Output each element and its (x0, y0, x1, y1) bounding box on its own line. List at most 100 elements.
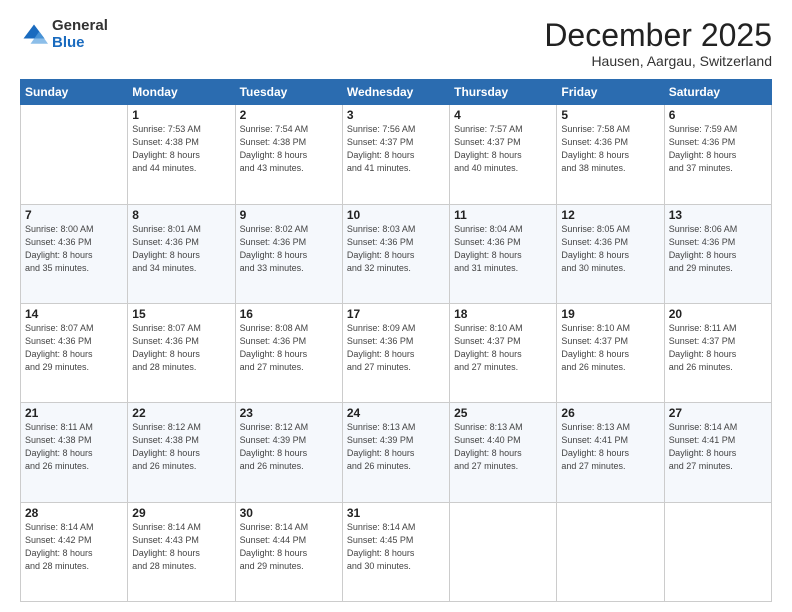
day-info: Sunrise: 8:03 AM Sunset: 4:36 PM Dayligh… (347, 223, 445, 275)
day-info: Sunrise: 8:12 AM Sunset: 4:39 PM Dayligh… (240, 421, 338, 473)
calendar-cell: 23Sunrise: 8:12 AM Sunset: 4:39 PM Dayli… (235, 403, 342, 502)
calendar-cell: 21Sunrise: 8:11 AM Sunset: 4:38 PM Dayli… (21, 403, 128, 502)
calendar-cell: 13Sunrise: 8:06 AM Sunset: 4:36 PM Dayli… (664, 204, 771, 303)
calendar-cell: 31Sunrise: 8:14 AM Sunset: 4:45 PM Dayli… (342, 502, 449, 601)
day-number: 16 (240, 307, 338, 321)
calendar-cell: 20Sunrise: 8:11 AM Sunset: 4:37 PM Dayli… (664, 303, 771, 402)
calendar-cell: 3Sunrise: 7:56 AM Sunset: 4:37 PM Daylig… (342, 105, 449, 204)
day-number: 25 (454, 406, 552, 420)
day-info: Sunrise: 8:04 AM Sunset: 4:36 PM Dayligh… (454, 223, 552, 275)
calendar-cell: 17Sunrise: 8:09 AM Sunset: 4:36 PM Dayli… (342, 303, 449, 402)
day-info: Sunrise: 8:14 AM Sunset: 4:44 PM Dayligh… (240, 521, 338, 573)
logo-blue: Blue (52, 35, 108, 52)
day-info: Sunrise: 8:09 AM Sunset: 4:36 PM Dayligh… (347, 322, 445, 374)
calendar-cell: 9Sunrise: 8:02 AM Sunset: 4:36 PM Daylig… (235, 204, 342, 303)
day-info: Sunrise: 8:00 AM Sunset: 4:36 PM Dayligh… (25, 223, 123, 275)
month-title: December 2025 (544, 18, 772, 53)
day-number: 28 (25, 506, 123, 520)
day-number: 7 (25, 208, 123, 222)
day-number: 3 (347, 108, 445, 122)
calendar-cell: 29Sunrise: 8:14 AM Sunset: 4:43 PM Dayli… (128, 502, 235, 601)
calendar-cell: 12Sunrise: 8:05 AM Sunset: 4:36 PM Dayli… (557, 204, 664, 303)
day-number: 11 (454, 208, 552, 222)
calendar-cell: 15Sunrise: 8:07 AM Sunset: 4:36 PM Dayli… (128, 303, 235, 402)
day-number: 1 (132, 108, 230, 122)
day-header-tuesday: Tuesday (235, 80, 342, 105)
day-number: 22 (132, 406, 230, 420)
calendar-week-row: 14Sunrise: 8:07 AM Sunset: 4:36 PM Dayli… (21, 303, 772, 402)
calendar-cell: 4Sunrise: 7:57 AM Sunset: 4:37 PM Daylig… (450, 105, 557, 204)
day-info: Sunrise: 8:13 AM Sunset: 4:40 PM Dayligh… (454, 421, 552, 473)
calendar-cell: 27Sunrise: 8:14 AM Sunset: 4:41 PM Dayli… (664, 403, 771, 502)
day-header-thursday: Thursday (450, 80, 557, 105)
calendar-cell: 19Sunrise: 8:10 AM Sunset: 4:37 PM Dayli… (557, 303, 664, 402)
day-number: 20 (669, 307, 767, 321)
day-number: 15 (132, 307, 230, 321)
day-info: Sunrise: 7:59 AM Sunset: 4:36 PM Dayligh… (669, 123, 767, 175)
logo-icon (20, 21, 48, 49)
day-info: Sunrise: 8:11 AM Sunset: 4:37 PM Dayligh… (669, 322, 767, 374)
calendar-cell: 8Sunrise: 8:01 AM Sunset: 4:36 PM Daylig… (128, 204, 235, 303)
day-number: 14 (25, 307, 123, 321)
day-number: 2 (240, 108, 338, 122)
day-number: 5 (561, 108, 659, 122)
day-info: Sunrise: 8:05 AM Sunset: 4:36 PM Dayligh… (561, 223, 659, 275)
day-info: Sunrise: 8:01 AM Sunset: 4:36 PM Dayligh… (132, 223, 230, 275)
day-info: Sunrise: 7:53 AM Sunset: 4:38 PM Dayligh… (132, 123, 230, 175)
day-number: 9 (240, 208, 338, 222)
calendar-week-row: 28Sunrise: 8:14 AM Sunset: 4:42 PM Dayli… (21, 502, 772, 601)
calendar-cell: 24Sunrise: 8:13 AM Sunset: 4:39 PM Dayli… (342, 403, 449, 502)
day-info: Sunrise: 8:07 AM Sunset: 4:36 PM Dayligh… (132, 322, 230, 374)
calendar-cell: 18Sunrise: 8:10 AM Sunset: 4:37 PM Dayli… (450, 303, 557, 402)
day-info: Sunrise: 8:13 AM Sunset: 4:39 PM Dayligh… (347, 421, 445, 473)
day-info: Sunrise: 7:54 AM Sunset: 4:38 PM Dayligh… (240, 123, 338, 175)
day-info: Sunrise: 8:12 AM Sunset: 4:38 PM Dayligh… (132, 421, 230, 473)
day-number: 23 (240, 406, 338, 420)
calendar-cell: 11Sunrise: 8:04 AM Sunset: 4:36 PM Dayli… (450, 204, 557, 303)
day-header-wednesday: Wednesday (342, 80, 449, 105)
day-info: Sunrise: 7:57 AM Sunset: 4:37 PM Dayligh… (454, 123, 552, 175)
day-info: Sunrise: 8:08 AM Sunset: 4:36 PM Dayligh… (240, 322, 338, 374)
day-number: 31 (347, 506, 445, 520)
day-number: 30 (240, 506, 338, 520)
calendar-cell: 7Sunrise: 8:00 AM Sunset: 4:36 PM Daylig… (21, 204, 128, 303)
day-info: Sunrise: 8:07 AM Sunset: 4:36 PM Dayligh… (25, 322, 123, 374)
day-header-friday: Friday (557, 80, 664, 105)
day-info: Sunrise: 8:13 AM Sunset: 4:41 PM Dayligh… (561, 421, 659, 473)
calendar-week-row: 7Sunrise: 8:00 AM Sunset: 4:36 PM Daylig… (21, 204, 772, 303)
day-number: 18 (454, 307, 552, 321)
day-number: 10 (347, 208, 445, 222)
calendar-table: SundayMondayTuesdayWednesdayThursdayFrid… (20, 79, 772, 602)
day-number: 21 (25, 406, 123, 420)
calendar-cell: 16Sunrise: 8:08 AM Sunset: 4:36 PM Dayli… (235, 303, 342, 402)
calendar-cell: 10Sunrise: 8:03 AM Sunset: 4:36 PM Dayli… (342, 204, 449, 303)
calendar-cell (664, 502, 771, 601)
logo-general: General (52, 18, 108, 35)
day-number: 24 (347, 406, 445, 420)
day-info: Sunrise: 8:10 AM Sunset: 4:37 PM Dayligh… (561, 322, 659, 374)
page: General Blue December 2025 Hausen, Aarga… (0, 0, 792, 612)
calendar-week-row: 21Sunrise: 8:11 AM Sunset: 4:38 PM Dayli… (21, 403, 772, 502)
day-info: Sunrise: 8:06 AM Sunset: 4:36 PM Dayligh… (669, 223, 767, 275)
calendar-week-row: 1Sunrise: 7:53 AM Sunset: 4:38 PM Daylig… (21, 105, 772, 204)
calendar-cell: 2Sunrise: 7:54 AM Sunset: 4:38 PM Daylig… (235, 105, 342, 204)
location: Hausen, Aargau, Switzerland (544, 53, 772, 69)
calendar-cell: 22Sunrise: 8:12 AM Sunset: 4:38 PM Dayli… (128, 403, 235, 502)
day-info: Sunrise: 7:58 AM Sunset: 4:36 PM Dayligh… (561, 123, 659, 175)
day-info: Sunrise: 7:56 AM Sunset: 4:37 PM Dayligh… (347, 123, 445, 175)
day-info: Sunrise: 8:14 AM Sunset: 4:41 PM Dayligh… (669, 421, 767, 473)
day-header-sunday: Sunday (21, 80, 128, 105)
calendar-cell: 1Sunrise: 7:53 AM Sunset: 4:38 PM Daylig… (128, 105, 235, 204)
day-number: 26 (561, 406, 659, 420)
calendar-cell: 30Sunrise: 8:14 AM Sunset: 4:44 PM Dayli… (235, 502, 342, 601)
day-number: 17 (347, 307, 445, 321)
calendar-cell: 14Sunrise: 8:07 AM Sunset: 4:36 PM Dayli… (21, 303, 128, 402)
day-info: Sunrise: 8:14 AM Sunset: 4:42 PM Dayligh… (25, 521, 123, 573)
header: General Blue December 2025 Hausen, Aarga… (20, 18, 772, 69)
title-block: December 2025 Hausen, Aargau, Switzerlan… (544, 18, 772, 69)
calendar-cell (557, 502, 664, 601)
day-number: 13 (669, 208, 767, 222)
day-number: 4 (454, 108, 552, 122)
calendar-cell: 25Sunrise: 8:13 AM Sunset: 4:40 PM Dayli… (450, 403, 557, 502)
calendar-cell: 5Sunrise: 7:58 AM Sunset: 4:36 PM Daylig… (557, 105, 664, 204)
